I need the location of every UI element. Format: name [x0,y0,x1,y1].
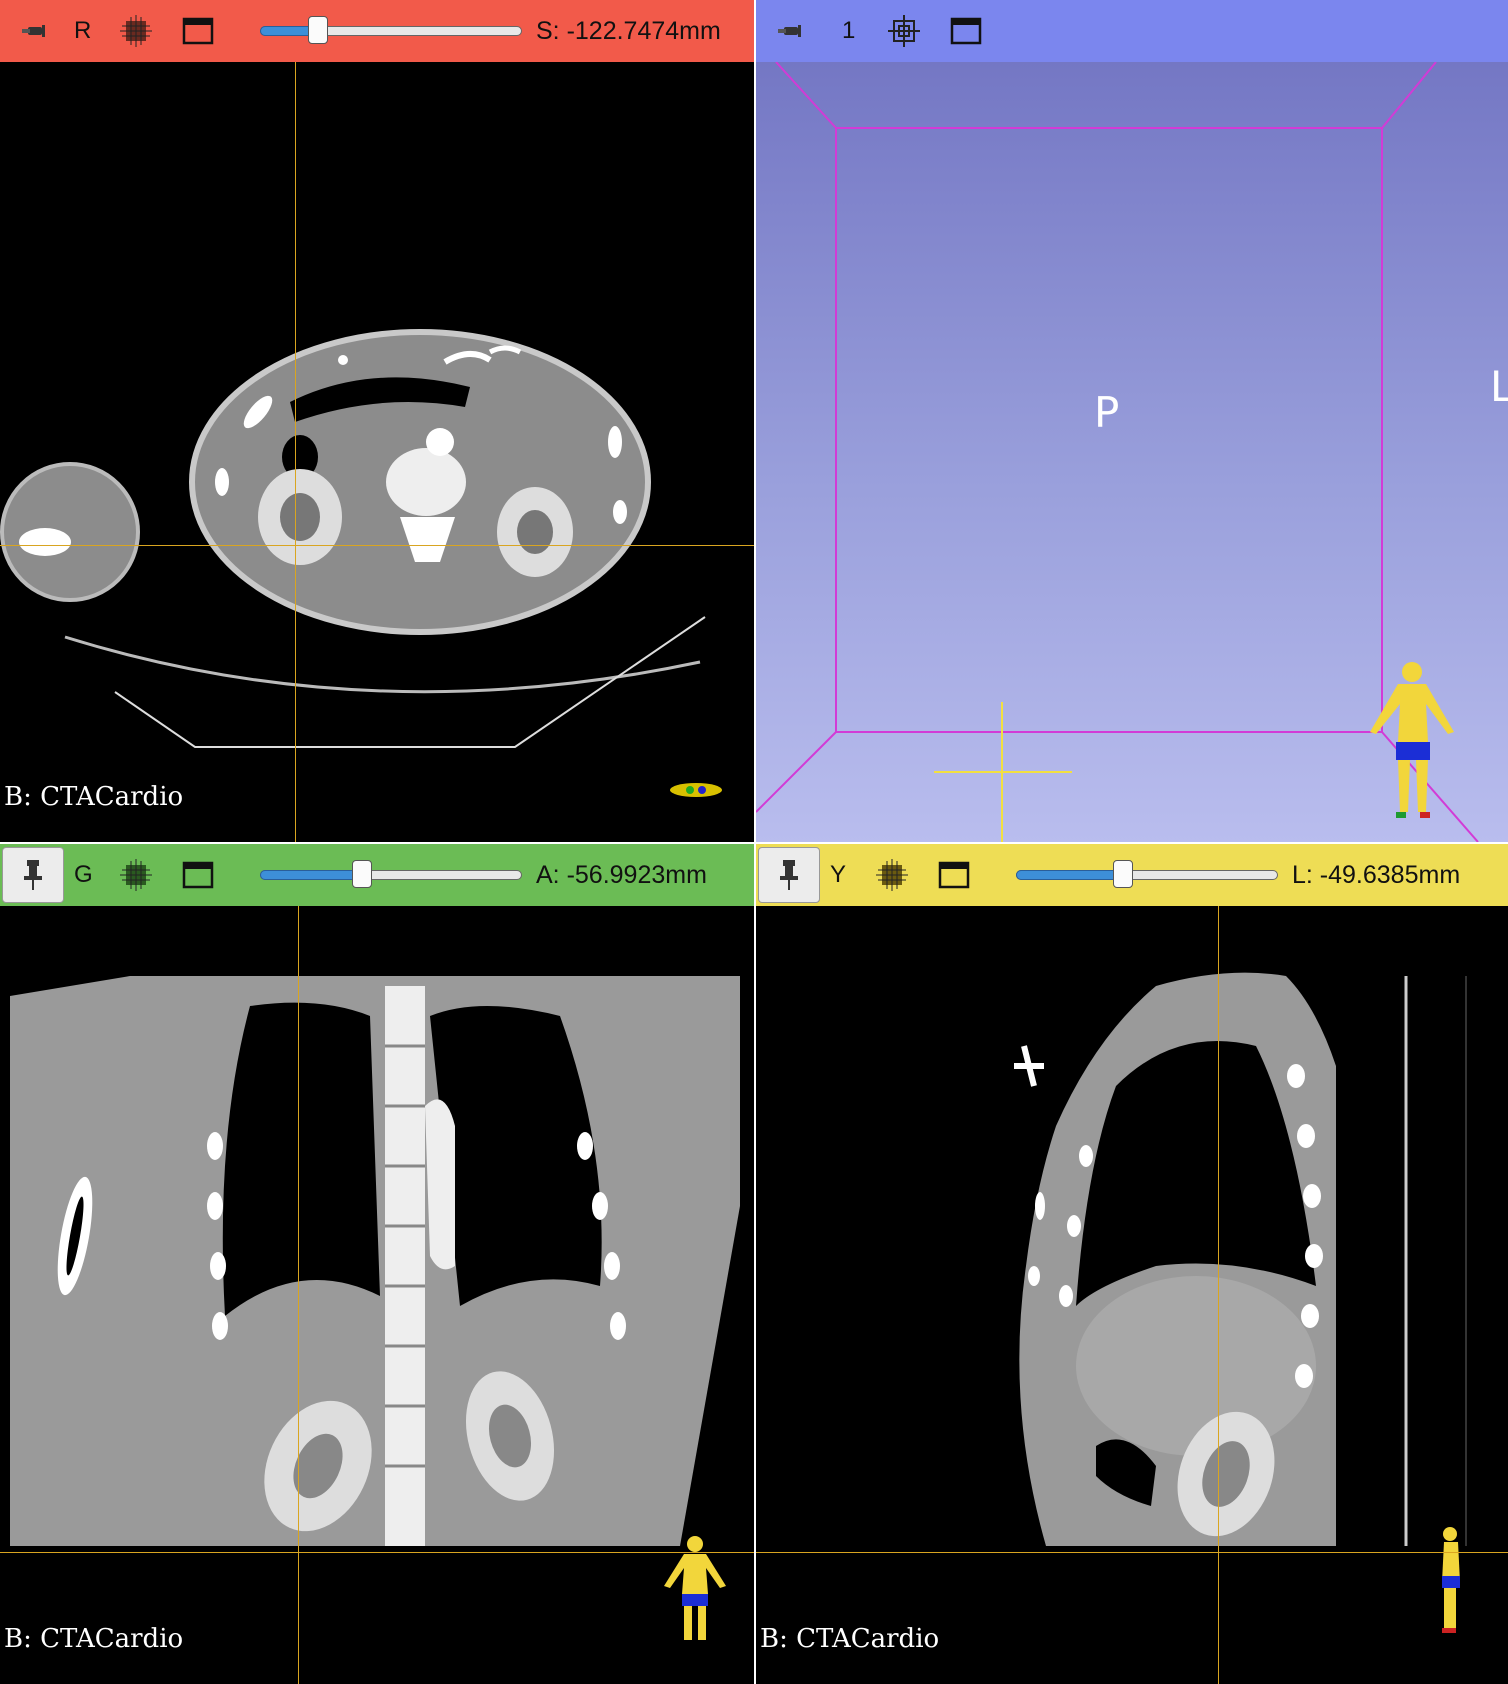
axial-ct-image[interactable]: B: CTACardio [0,62,754,842]
sagittal-ct-image[interactable]: B: CTACardio [756,906,1508,1684]
slice-options-icon[interactable] [116,11,156,51]
crosshair-vertical [298,906,299,1684]
pin-icon[interactable] [2,847,64,903]
crosshair-vertical [1218,906,1219,1684]
crosshair-horizontal [0,1552,754,1553]
slice-offset-readout: L: -49.6385mm [1292,860,1461,889]
3d-view-controller-bar: 1 [756,0,1508,62]
slice-offset-readout: S: -122.7474mm [536,16,721,45]
orientation-label-right: L [1490,362,1508,411]
view-label: 1 [842,17,856,44]
bounding-box-outline [756,61,1479,842]
human-figure-icon [1442,1527,1460,1633]
slice-offset-readout: A: -56.9923mm [536,860,707,889]
yellow-slice-view[interactable]: Y L: -49.6385mm B: CTACardio [756,844,1508,1684]
slider-handle[interactable] [352,860,373,888]
yellow-slice-controller-bar: Y L: -49.6385mm [756,844,1508,906]
crosshair-horizontal [756,1552,1508,1553]
pin-icon[interactable] [774,14,808,48]
slice-offset-slider[interactable] [260,860,522,888]
green-slice-controller-bar: G A: -56.9923mm [0,844,754,906]
slider-handle[interactable] [307,16,328,44]
red-slice-view[interactable]: R S: -122.7474mm B: CTACardio [0,0,754,842]
maximize-view-icon[interactable] [178,855,218,895]
view-label: Y [830,861,847,888]
center-view-icon[interactable] [884,11,924,51]
background-volume-label: B: CTACardio [760,1624,940,1654]
coronal-ct-image[interactable]: B: CTACardio [0,906,754,1684]
sagittal-ct-slice [1014,972,1467,1633]
coronal-ct-slice [10,976,740,1640]
view-label: R [74,17,92,44]
green-slice-view[interactable]: G A: -56.9923mm B: CTACardio [0,844,754,1684]
slice-offset-slider[interactable] [260,16,522,44]
axial-ct-slice [0,329,722,797]
crosshair-horizontal [0,545,754,546]
slice-offset-slider[interactable] [1016,860,1278,888]
view-divider-horizontal[interactable] [0,842,1508,844]
background-volume-label: B: CTACardio [4,1624,184,1654]
maximize-view-icon[interactable] [934,855,974,895]
slice-options-icon[interactable] [116,855,156,895]
human-figure-icon [670,783,722,797]
view-label: G [74,861,93,888]
pin-icon[interactable] [18,14,52,48]
slider-handle[interactable] [1113,860,1134,888]
pin-icon[interactable] [758,847,820,903]
background-volume-label: B: CTACardio [4,782,184,812]
3d-render-area[interactable]: P L [756,61,1508,842]
slice-options-icon[interactable] [872,855,912,895]
orientation-label-center: P [1094,388,1120,437]
red-slice-controller-bar: R S: -122.7474mm [0,0,754,62]
maximize-view-icon[interactable] [178,11,218,51]
crosshair-vertical [295,62,296,842]
3d-view[interactable]: 1 P L [756,0,1508,842]
maximize-view-icon[interactable] [946,11,986,51]
